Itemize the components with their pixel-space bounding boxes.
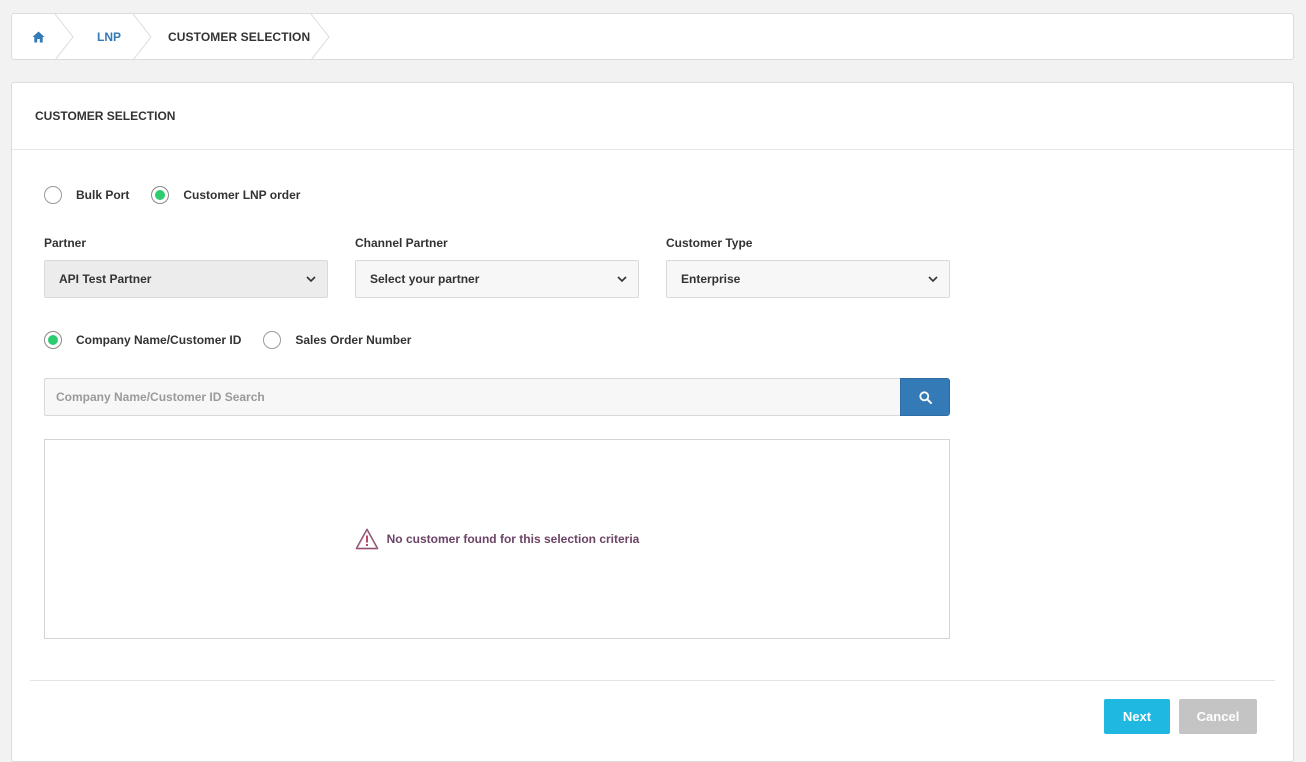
customer-type-select-value: Enterprise — [681, 272, 741, 286]
partner-select[interactable]: API Test Partner — [44, 260, 328, 298]
radio-button[interactable] — [263, 331, 282, 349]
breadcrumb-separator-icon — [54, 14, 74, 59]
radio-button[interactable] — [44, 186, 62, 204]
footer-divider — [30, 680, 1275, 681]
cancel-button[interactable]: Cancel — [1179, 699, 1257, 734]
customer-type-select[interactable]: Enterprise — [666, 260, 950, 298]
radio-button[interactable] — [151, 186, 170, 204]
empty-state: No customer found for this selection cri… — [355, 528, 640, 550]
channel-partner-label: Channel Partner — [355, 236, 448, 250]
radio-label: Bulk Port — [76, 188, 130, 202]
radio-label: Customer LNP order — [183, 188, 301, 202]
breadcrumb-separator-icon — [132, 14, 152, 59]
search-icon — [918, 390, 932, 404]
breadcrumb: LNP CUSTOMER SELECTION — [11, 13, 1294, 60]
channel-partner-select-value: Select your partner — [370, 272, 480, 286]
chevron-down-icon — [306, 276, 316, 283]
customer-results-box: No customer found for this selection cri… — [44, 439, 950, 639]
customer-selection-panel: CUSTOMER SELECTION Bulk Port Customer LN… — [11, 82, 1294, 762]
chevron-down-icon — [617, 276, 627, 283]
radio-button[interactable] — [44, 331, 62, 349]
empty-message: No customer found for this selection cri… — [386, 532, 640, 546]
customer-type-label: Customer Type — [666, 236, 753, 250]
order-type-radio-group: Bulk Port Customer LNP order — [44, 186, 300, 204]
search-mode-radio-group: Company Name/Customer ID Sales Order Num… — [44, 331, 411, 349]
breadcrumb-separator-icon — [310, 14, 330, 59]
breadcrumb-item-customer-selection: CUSTOMER SELECTION — [168, 29, 311, 44]
radio-company-name-customer-id[interactable]: Company Name/Customer ID — [44, 331, 241, 349]
radio-sales-order-number[interactable]: Sales Order Number — [263, 331, 411, 349]
radio-bulk-port[interactable]: Bulk Port — [44, 186, 129, 204]
search-input[interactable] — [44, 378, 900, 416]
search-button[interactable] — [900, 378, 950, 416]
home-icon — [32, 31, 44, 42]
radio-customer-lnp-order[interactable]: Customer LNP order — [151, 186, 300, 204]
warning-icon — [355, 528, 378, 550]
next-button[interactable]: Next — [1104, 699, 1170, 734]
radio-label: Company Name/Customer ID — [76, 333, 242, 347]
search-bar — [44, 378, 950, 416]
channel-partner-select[interactable]: Select your partner — [355, 260, 639, 298]
radio-label: Sales Order Number — [295, 333, 412, 347]
partner-label: Partner — [44, 236, 87, 250]
partner-select-value: API Test Partner — [59, 272, 152, 286]
chevron-down-icon — [928, 276, 938, 283]
panel-title: CUSTOMER SELECTION — [12, 83, 1293, 150]
